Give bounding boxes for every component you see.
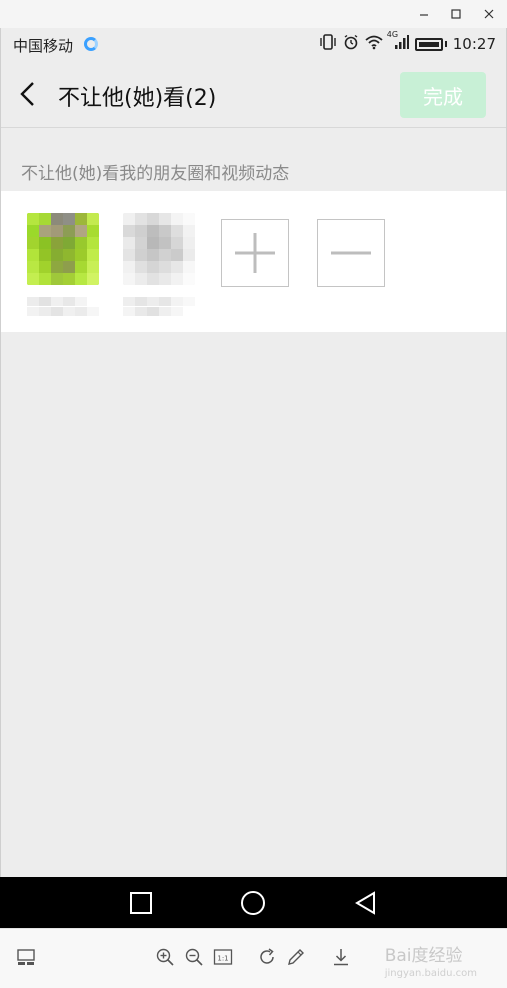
rotate-icon xyxy=(260,948,274,964)
actual-size-button[interactable]: 1:1 xyxy=(213,947,233,967)
network-type: 4G xyxy=(386,30,399,39)
viewer-toolbar: 1:1 Bai度经验 jingyan.baidu.com xyxy=(0,928,507,988)
zoom-in-button[interactable] xyxy=(155,947,175,967)
minimize-icon[interactable] xyxy=(411,4,437,24)
close-icon[interactable] xyxy=(476,4,502,24)
recents-button[interactable] xyxy=(128,890,154,916)
system-back-button[interactable] xyxy=(353,890,379,916)
zoom-out-icon xyxy=(185,948,203,966)
phone-screen: 中国移动 4G 10:27 不让他(她)看(2) 完成 不让他(她)看我的朋友圈… xyxy=(0,28,507,928)
download-button[interactable] xyxy=(331,947,351,967)
back-button[interactable] xyxy=(15,78,43,110)
done-button[interactable]: 完成 xyxy=(400,72,486,118)
circle-icon xyxy=(241,891,265,915)
watermark-brand: Bai度经验 xyxy=(384,946,463,966)
signal-icon: 4G xyxy=(387,30,409,54)
triangle-back-icon xyxy=(355,891,375,915)
actual-size-icon: 1:1 xyxy=(213,949,233,965)
pencil-icon xyxy=(288,949,304,965)
vibrate-icon xyxy=(319,34,337,54)
member-name-pixelated xyxy=(27,293,99,321)
page-title: 不让他(她)看(2) xyxy=(58,86,217,111)
thumbnail-icon xyxy=(17,949,35,965)
status-bar: 中国移动 4G 10:27 xyxy=(1,28,506,60)
section-hint: 不让他(她)看我的朋友圈和视频动态 xyxy=(21,164,290,184)
wifi-icon xyxy=(365,34,383,54)
chevron-left-icon xyxy=(20,82,34,106)
add-member-button[interactable] xyxy=(221,219,289,287)
plus-icon xyxy=(235,233,275,273)
header-bar: 不让他(她)看(2) 完成 xyxy=(1,60,506,128)
members-card xyxy=(1,191,506,332)
android-nav-bar xyxy=(0,877,507,928)
clock: 10:27 xyxy=(452,35,496,53)
alarm-icon xyxy=(343,34,359,54)
member-item[interactable] xyxy=(27,213,101,325)
square-icon xyxy=(130,892,152,914)
battery-cap xyxy=(444,41,447,47)
hd-call-icon xyxy=(84,37,98,51)
member-item[interactable] xyxy=(123,213,197,325)
rotate-button[interactable] xyxy=(257,947,277,967)
member-name-pixelated xyxy=(123,293,195,321)
maximize-icon[interactable] xyxy=(443,4,469,24)
zoom-in-icon xyxy=(156,948,174,966)
battery-icon xyxy=(414,37,443,51)
status-icons: 4G 10:27 xyxy=(319,30,496,54)
remove-member-button[interactable] xyxy=(317,219,385,287)
thumbnail-toggle-button[interactable] xyxy=(16,947,36,967)
avatar xyxy=(27,213,99,285)
edit-button[interactable] xyxy=(286,947,306,967)
window-titlebar xyxy=(0,0,507,28)
watermark-url: jingyan.baidu.com xyxy=(384,968,477,979)
svg-text:1:1: 1:1 xyxy=(217,955,228,963)
download-icon xyxy=(334,949,348,966)
home-button[interactable] xyxy=(240,890,266,916)
minus-icon xyxy=(331,251,371,255)
carrier-name: 中国移动 xyxy=(13,37,74,55)
zoom-out-button[interactable] xyxy=(184,947,204,967)
avatar xyxy=(123,213,195,285)
baidu-watermark: Bai度经验 jingyan.baidu.com xyxy=(385,941,477,979)
